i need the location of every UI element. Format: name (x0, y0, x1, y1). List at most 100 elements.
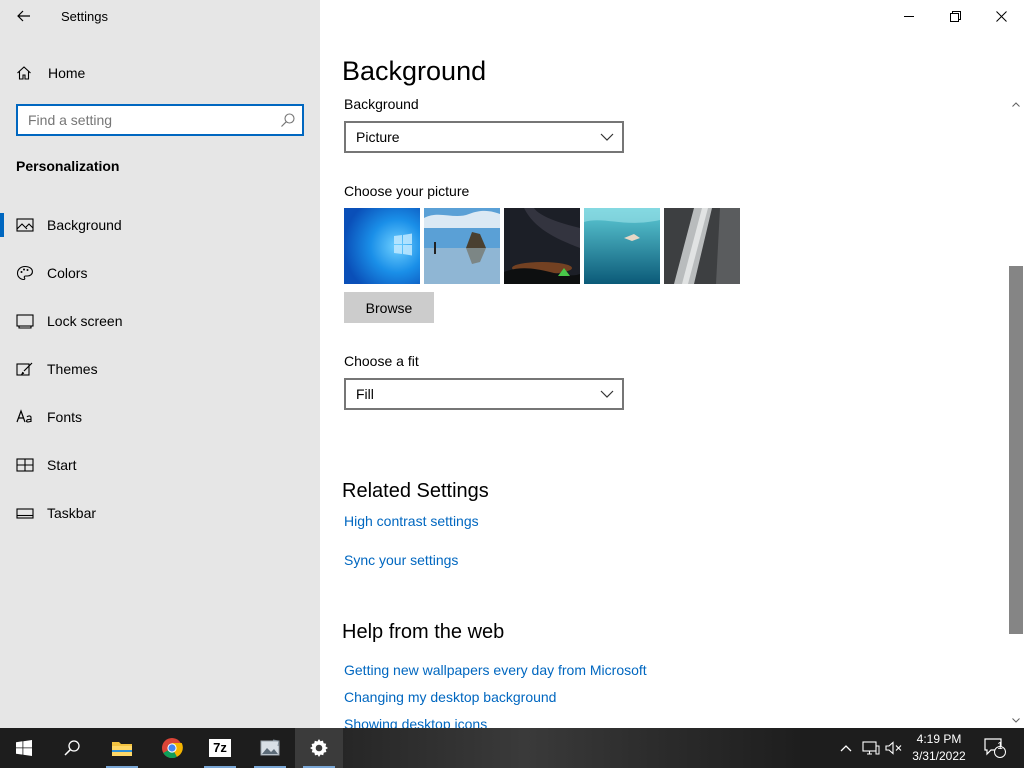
related-settings-heading: Related Settings (342, 480, 489, 502)
app-title: Settings (61, 9, 108, 24)
desktop-icons-link[interactable]: Showing desktop icons (344, 716, 487, 728)
back-button[interactable] (8, 2, 40, 30)
rock-wallpaper-image (664, 208, 740, 284)
clock-time: 4:19 PM (916, 732, 962, 746)
search-box[interactable] (16, 104, 304, 136)
picture-thumbnail-windows[interactable] (344, 208, 420, 284)
sidebar-item-label: Lock screen (47, 313, 123, 329)
high-contrast-link[interactable]: High contrast settings (344, 513, 479, 529)
main-scrollbar[interactable] (1008, 96, 1024, 728)
section-title: Personalization (16, 158, 120, 174)
taskbar-7zip[interactable]: 7z (196, 728, 244, 768)
restore-button[interactable] (932, 0, 978, 32)
taskbar-wallpaper-region (340, 728, 800, 768)
fit-dropdown[interactable]: Fill (344, 378, 624, 410)
sidebar-item-themes[interactable]: Themes (0, 345, 320, 393)
clock-date: 3/31/2022 (912, 749, 966, 763)
browse-button[interactable]: Browse (344, 292, 434, 323)
minimize-icon (903, 15, 914, 17)
fit-dropdown-value: Fill (356, 386, 374, 402)
chevron-down-icon (600, 133, 614, 141)
7zip-icon-label: 7z (213, 740, 227, 755)
windows-wallpaper-image (344, 208, 420, 284)
chevron-up-icon (840, 745, 852, 752)
sidebar-item-background[interactable]: Background (0, 201, 320, 249)
picture-icon (16, 218, 34, 232)
sidebar: Settings Home Personalization Background… (0, 0, 320, 728)
sidebar-item-label: Colors (47, 265, 88, 281)
sidebar-item-home[interactable]: Home (0, 57, 320, 89)
page-title: Background (342, 56, 487, 86)
scroll-down-button[interactable] (1008, 712, 1024, 728)
choose-fit-label: Choose a fit (344, 353, 419, 369)
back-arrow-icon (17, 10, 30, 22)
picture-thumbnail-beach[interactable] (424, 208, 500, 284)
show-hidden-icons-button[interactable] (836, 728, 856, 768)
sidebar-item-start[interactable]: Start (0, 441, 320, 489)
help-heading: Help from the web (342, 621, 505, 643)
background-dropdown[interactable]: Picture (344, 121, 624, 153)
picture-thumbnail-underwater[interactable] (584, 208, 660, 284)
main-content: Background Background Picture Choose you… (320, 0, 1024, 728)
background-dropdown-value: Picture (356, 129, 400, 145)
scroll-up-button[interactable] (1008, 96, 1024, 112)
underwater-wallpaper-image (584, 208, 660, 284)
sidebar-item-label: Taskbar (47, 505, 97, 521)
network-icon (862, 741, 880, 755)
folder-icon (112, 742, 132, 756)
action-center-button[interactable]: 1 (980, 728, 1010, 768)
search-icon (64, 740, 80, 756)
sidebar-item-colors[interactable]: Colors (0, 249, 320, 297)
sync-settings-link[interactable]: Sync your settings (344, 552, 458, 568)
notification-count: 1 (997, 741, 1003, 752)
taskbar-clock[interactable]: 4:19 PM 3/31/2022 (900, 731, 978, 765)
choose-picture-label: Choose your picture (344, 183, 470, 199)
chevron-up-icon (1012, 101, 1020, 107)
taskbar-photos-app[interactable] (246, 728, 294, 768)
close-icon (995, 10, 1007, 22)
search-icon[interactable] (280, 112, 296, 128)
taskbar-icon (16, 508, 34, 519)
sidebar-item-label: Themes (47, 361, 98, 377)
minimize-button[interactable] (886, 0, 932, 32)
sidebar-item-taskbar[interactable]: Taskbar (0, 489, 320, 537)
sidebar-item-label: Start (47, 457, 77, 473)
taskbar-file-explorer[interactable] (98, 728, 146, 768)
new-wallpapers-link[interactable]: Getting new wallpapers every day from Mi… (344, 662, 647, 678)
background-label: Background (344, 96, 419, 112)
scroll-thumb[interactable] (1009, 266, 1023, 634)
taskbar-chrome[interactable] (148, 728, 196, 768)
night-sky-wallpaper-image (504, 208, 580, 284)
lock-screen-icon (16, 314, 34, 329)
picture-thumbnail-night-sky[interactable] (504, 208, 580, 284)
close-button[interactable] (978, 0, 1024, 32)
start-grid-icon (16, 458, 34, 472)
image-viewer-icon (260, 739, 280, 756)
window-controls (886, 0, 1024, 32)
title-bar: Settings (0, 0, 320, 32)
7zip-icon: 7z (209, 739, 231, 757)
start-button[interactable] (0, 728, 48, 768)
chevron-down-icon (1012, 717, 1020, 723)
sidebar-item-fonts[interactable]: Fonts (0, 393, 320, 441)
sidebar-item-label: Home (48, 65, 86, 81)
font-icon (16, 409, 32, 423)
beach-wallpaper-image (424, 208, 500, 284)
chrome-icon (162, 738, 183, 759)
home-icon (17, 66, 31, 80)
restore-icon (949, 10, 961, 22)
sidebar-item-label: Background (47, 217, 122, 233)
sidebar-item-lock-screen[interactable]: Lock screen (0, 297, 320, 345)
palette-icon (16, 265, 33, 281)
sidebar-nav: Background Colors Lock screen Themes Fon… (0, 201, 320, 537)
network-button[interactable] (860, 728, 882, 768)
change-background-link[interactable]: Changing my desktop background (344, 689, 556, 705)
sidebar-item-label: Fonts (47, 409, 83, 425)
picture-thumbnail-rock[interactable] (664, 208, 740, 284)
taskbar-settings[interactable] (295, 728, 343, 768)
windows-logo-icon (16, 740, 32, 756)
taskbar-search-button[interactable] (48, 728, 96, 768)
taskbar: 7z 4:19 PM 3/31/2022 1 (0, 728, 1024, 768)
brush-icon (16, 362, 33, 376)
search-input[interactable] (18, 106, 278, 134)
